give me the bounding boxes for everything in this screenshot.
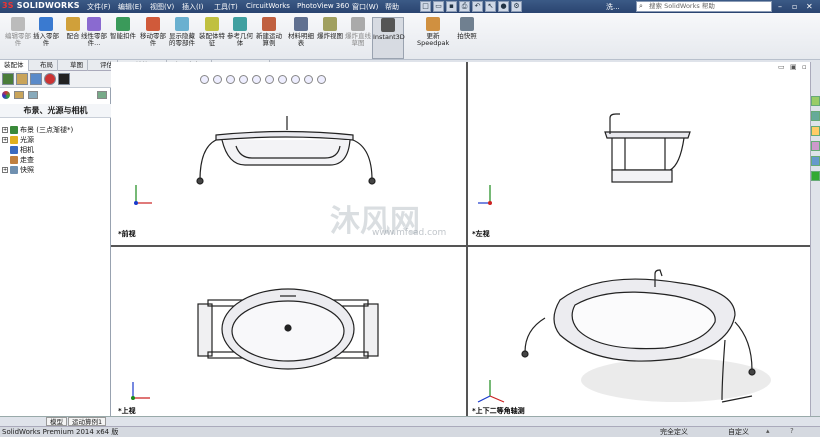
viewport-splitter-vertical[interactable] — [466, 62, 468, 416]
tab-model[interactable]: 模型 — [46, 417, 67, 426]
view-label-iso: *上下二等角轴测 — [472, 407, 525, 415]
view-label-left: *左视 — [472, 230, 490, 238]
view-label-top: *上视 — [118, 407, 136, 415]
status-bar — [0, 426, 820, 437]
custom-properties-icon[interactable] — [811, 171, 820, 181]
status-product: SolidWorks Premium 2014 x64 版 — [2, 428, 119, 436]
top-view-drawing — [197, 288, 379, 370]
design-library-icon[interactable] — [811, 111, 820, 121]
viewport-splitter-horizontal[interactable] — [111, 245, 810, 247]
status-units-dropdown-icon[interactable]: ▴ — [766, 427, 770, 435]
status-units[interactable]: 自定义 — [728, 427, 749, 437]
iso-view-drawing — [521, 269, 771, 403]
watermark-url: www.mfcad.com — [372, 228, 447, 238]
view-palette-icon[interactable] — [811, 141, 820, 151]
front-view-drawing — [196, 116, 376, 185]
bottom-tab-bar — [0, 416, 820, 426]
file-explorer-icon[interactable] — [811, 126, 820, 136]
status-definition: 完全定义 — [660, 428, 688, 436]
resources-icon[interactable] — [811, 96, 820, 106]
view-label-front: *前视 — [118, 230, 136, 238]
appearances-icon[interactable] — [811, 156, 820, 166]
left-view-drawing — [604, 113, 691, 183]
tab-motion-study[interactable]: 运动算例1 — [68, 417, 107, 426]
status-help-icon[interactable]: ? — [790, 427, 794, 435]
